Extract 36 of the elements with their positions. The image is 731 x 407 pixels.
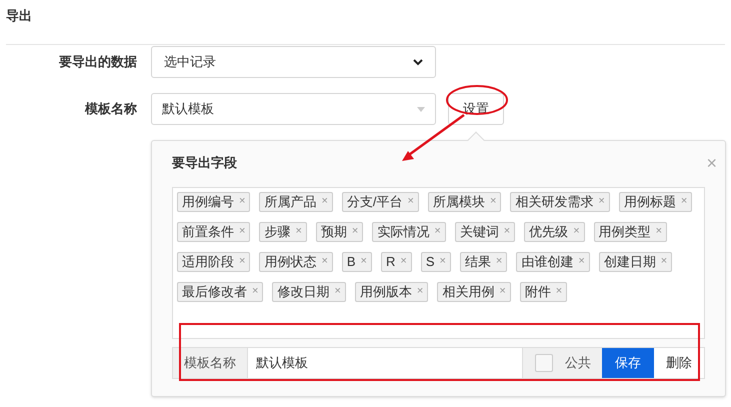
- template-select[interactable]: 默认模板: [151, 93, 436, 125]
- field-tag[interactable]: 所属产品 ×: [259, 192, 333, 212]
- field-tag[interactable]: R ×: [380, 252, 412, 272]
- field-label: 要导出的数据: [58, 53, 137, 72]
- page-title: 导出: [5, 7, 33, 25]
- field-tag[interactable]: 用例版本 ×: [354, 282, 428, 302]
- caret-down-icon: [417, 106, 425, 112]
- export-data-select[interactable]: 选中记录: [151, 46, 436, 78]
- field-tag[interactable]: 适用阶段 ×: [177, 252, 250, 272]
- pointer-arrow: [400, 113, 466, 163]
- field-tag[interactable]: 用例编号 ×: [177, 192, 250, 212]
- field-tag[interactable]: 优先级 ×: [524, 222, 585, 242]
- field-tag[interactable]: 分支/平台 ×: [342, 192, 419, 212]
- field-tag[interactable]: 由谁创建 ×: [516, 252, 590, 272]
- field-tag[interactable]: S ×: [420, 252, 451, 272]
- field-tag[interactable]: 步骤 ×: [259, 222, 307, 242]
- field-tag[interactable]: 用例状态 ×: [259, 252, 333, 272]
- field-tag[interactable]: 附件 ×: [520, 282, 568, 302]
- field-tag[interactable]: 相关研发需求 ×: [510, 192, 610, 212]
- field-tag[interactable]: 关键词 ×: [454, 222, 516, 242]
- popover-title: 要导出字段: [172, 154, 237, 172]
- field-tag[interactable]: 前置条件 ×: [177, 222, 250, 242]
- field-tag[interactable]: 相关用例 ×: [437, 282, 511, 302]
- field-tag[interactable]: 结果 ×: [460, 252, 508, 272]
- field-tag[interactable]: 预期 ×: [316, 222, 364, 242]
- field-tag[interactable]: 修改日期 ×: [272, 282, 346, 302]
- chevron-down-icon: [413, 58, 423, 66]
- field-tag[interactable]: B ×: [342, 252, 372, 272]
- field-tag[interactable]: 用例标题 ×: [618, 192, 692, 212]
- field-label: 模板名称: [84, 100, 137, 118]
- highlight-ellipse: [445, 84, 509, 116]
- field-tag[interactable]: 用例类型 ×: [594, 222, 668, 242]
- field-tag[interactable]: 实际情况 ×: [372, 222, 446, 242]
- field-tag[interactable]: 最后修改者 ×: [177, 282, 264, 302]
- field-tag[interactable]: 所属模块 ×: [428, 192, 502, 212]
- field-tag[interactable]: 创建日期 ×: [598, 252, 672, 272]
